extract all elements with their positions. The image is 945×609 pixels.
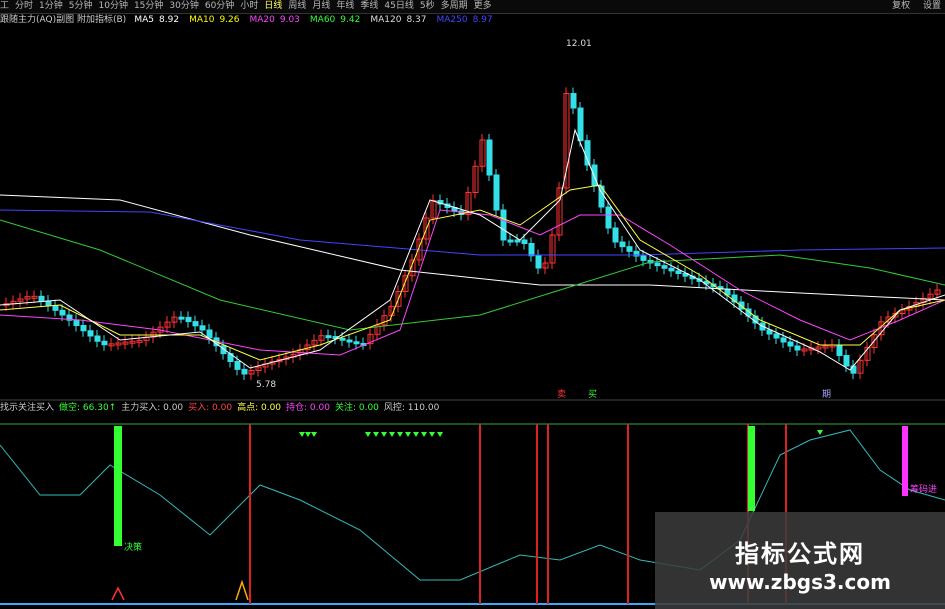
candle-body xyxy=(626,246,633,252)
candle-body xyxy=(654,262,661,267)
candle-body xyxy=(73,319,80,326)
candle-body xyxy=(843,355,850,367)
candle-body xyxy=(780,337,787,343)
candle-body xyxy=(199,325,206,331)
candlestick-panel xyxy=(0,87,945,401)
price-low-label: 5.78 xyxy=(256,380,276,390)
triangle-up-icon xyxy=(111,586,125,601)
down-arrow-icon xyxy=(413,432,419,437)
candle-body xyxy=(353,341,360,345)
down-arrow-icon xyxy=(429,432,435,437)
candle-body xyxy=(514,239,521,243)
down-arrow-icon xyxy=(437,432,443,437)
moving-average-line xyxy=(0,184,945,361)
indicator-legend-item: 找示关注买入 xyxy=(0,403,55,413)
candle-body xyxy=(584,140,591,166)
candle-body xyxy=(619,241,626,248)
sell-signal-label: 卖 xyxy=(557,389,566,400)
candle-body xyxy=(612,227,619,243)
candle-body xyxy=(668,267,675,272)
down-arrow-icon xyxy=(311,432,317,437)
triangle-up-icon xyxy=(235,579,249,601)
indicator-legend-bar: 找示关注买入 做空: 66.30↑ 主力买入: 0.00 买入: 0.00 高点: 0.… xyxy=(0,401,945,415)
candle-body xyxy=(178,316,185,320)
candle-body xyxy=(94,335,101,342)
watermark-title: 指标公式网 xyxy=(735,540,865,568)
indicator-legend-item: 买入: 0.00 xyxy=(188,403,233,413)
candle-body xyxy=(850,365,857,374)
candle-body xyxy=(101,340,108,346)
buy-signal-label: 买 xyxy=(588,389,597,400)
candle-body xyxy=(241,368,248,375)
candle-body xyxy=(773,333,780,339)
moving-average-line xyxy=(0,209,945,356)
down-arrow-icon xyxy=(421,432,427,437)
period-note-label: 期 xyxy=(822,389,831,400)
down-arrow-icon xyxy=(373,432,379,437)
magenta-bar-label: 筹码进 xyxy=(910,483,937,495)
candle-body xyxy=(87,330,94,337)
candle-body xyxy=(836,344,843,356)
candle-body xyxy=(787,341,794,347)
candle-body xyxy=(528,243,535,257)
candle-body xyxy=(577,107,584,142)
down-arrow-icon xyxy=(397,432,403,437)
down-arrow-icon xyxy=(381,432,387,437)
candle-body xyxy=(325,335,332,339)
candle-body xyxy=(535,255,542,269)
candle-body xyxy=(640,255,647,261)
candle-body xyxy=(339,337,346,341)
candle-body xyxy=(59,309,66,316)
down-arrow-icon xyxy=(389,432,395,437)
down-arrow-icon xyxy=(817,430,823,435)
down-arrow-icon xyxy=(365,432,371,437)
candle-body xyxy=(500,209,507,241)
candle-body xyxy=(570,93,577,109)
decision-bar xyxy=(114,426,122,546)
candle-body xyxy=(493,174,500,211)
indicator-legend-item: 主力买入: 0.00 xyxy=(121,403,184,413)
indicator-legend-item: 高点: 0.00 xyxy=(237,403,282,413)
candle-body xyxy=(52,305,59,311)
chip-bar xyxy=(902,426,908,496)
candle-body xyxy=(486,139,493,176)
indicator-legend-item: 做空: 66.30↑ xyxy=(59,403,117,413)
candle-body xyxy=(794,345,801,351)
indicator-legend-item: 关注: 0.00 xyxy=(334,403,379,413)
moving-average-line xyxy=(0,209,945,256)
candle-body xyxy=(605,206,612,229)
decision-bar xyxy=(748,426,755,511)
watermark-url: www.zbgs3.com xyxy=(709,570,891,594)
site-watermark: 指标公式网 www.zbgs3.com xyxy=(655,512,945,609)
candle-body xyxy=(507,239,514,243)
green-bar-label: 决策 xyxy=(124,541,142,553)
candle-body xyxy=(80,325,87,332)
candle-body xyxy=(206,329,213,339)
indicator-legend-item: 持仓: 0.00 xyxy=(286,403,330,413)
moving-average-line xyxy=(0,194,945,301)
down-arrow-icon xyxy=(305,432,311,437)
moving-average-line xyxy=(0,219,945,331)
candle-body xyxy=(38,295,45,302)
candle-body xyxy=(45,300,52,307)
candle-body xyxy=(234,361,241,370)
candle-body xyxy=(185,316,192,323)
candle-body xyxy=(675,270,682,274)
indicator-legend-item: 风控: 110.00 xyxy=(383,403,440,413)
candle-body xyxy=(521,239,528,244)
down-arrow-icon xyxy=(299,432,305,437)
candle-body xyxy=(661,265,668,269)
price-high-label: 12.01 xyxy=(566,39,592,49)
candle-body xyxy=(346,339,353,343)
down-arrow-icon xyxy=(405,432,411,437)
candle-body xyxy=(192,321,199,327)
